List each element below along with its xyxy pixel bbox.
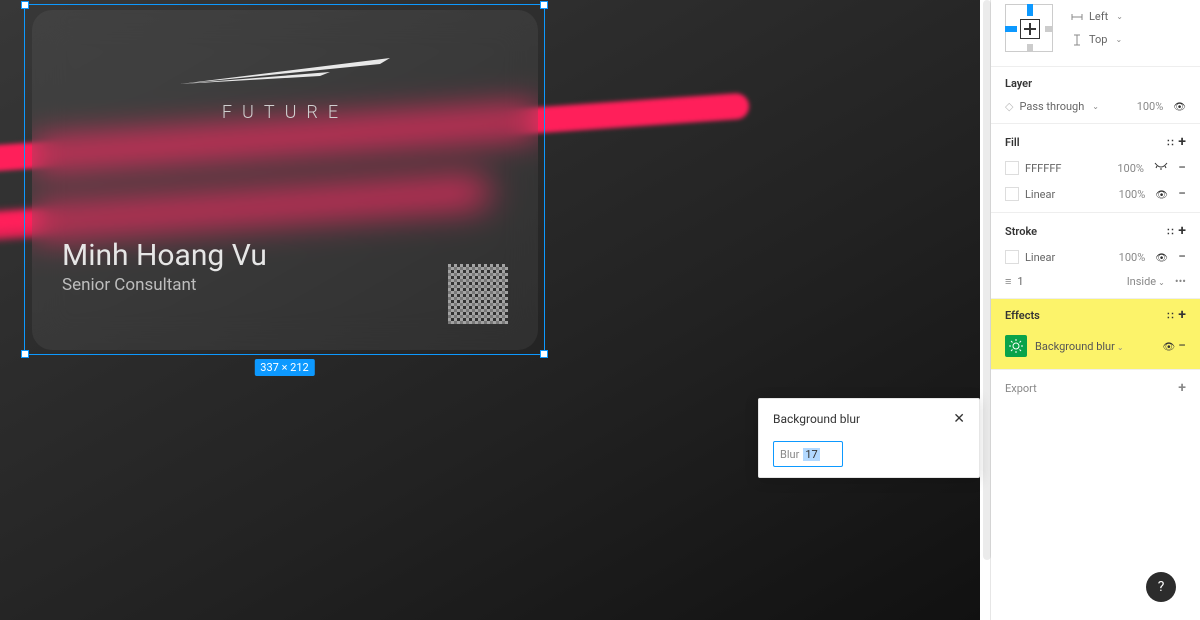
fill-type[interactable]: Linear xyxy=(1025,188,1055,201)
add-stroke-button[interactable]: + xyxy=(1178,223,1186,239)
canvas[interactable]: FUTURE Minh Hoang Vu Senior Consultant 3… xyxy=(0,0,980,620)
stroke-section: Stroke ∷ + Linear 100% − ≡ 1 Inside⌄ ••• xyxy=(991,213,1200,299)
layer-section-title: Layer xyxy=(1005,77,1186,90)
stroke-advanced-button[interactable]: ••• xyxy=(1175,275,1186,288)
visibility-icon[interactable] xyxy=(1155,188,1168,201)
person-name: Minh Hoang Vu xyxy=(62,238,267,273)
layer-section: Layer ◇ Pass through⌄ 100% xyxy=(991,67,1200,124)
fill-hex[interactable]: FFFFFF xyxy=(1025,162,1061,175)
add-effect-button[interactable]: + xyxy=(1178,307,1186,323)
stroke-section-title: Stroke xyxy=(1005,225,1037,238)
constraint-v-select[interactable]: Top⌄ xyxy=(1071,33,1123,46)
visibility-icon[interactable] xyxy=(1155,251,1168,264)
remove-fill-button[interactable]: − xyxy=(1178,186,1186,202)
fill-swatch[interactable] xyxy=(1005,161,1019,175)
remove-effect-button[interactable]: − xyxy=(1178,338,1186,354)
add-export-button[interactable]: + xyxy=(1178,380,1186,396)
logo-mark xyxy=(62,50,508,94)
fill-section-title: Fill xyxy=(1005,136,1020,149)
export-section: Export + xyxy=(991,370,1200,406)
brand-name: FUTURE xyxy=(62,102,508,123)
style-icon[interactable]: ∷ xyxy=(1167,311,1175,322)
fill-swatch[interactable] xyxy=(1005,187,1019,201)
background-blur-popover[interactable]: Background blur ✕ Blur 17 xyxy=(758,398,980,478)
stroke-position-select[interactable]: Inside⌄ xyxy=(1127,275,1165,288)
effect-settings-button[interactable] xyxy=(1005,335,1027,357)
help-button[interactable]: ? xyxy=(1146,572,1176,602)
effects-section: Effects ∷ + Background blur⌄ − xyxy=(991,299,1200,370)
business-card-frame[interactable]: FUTURE Minh Hoang Vu Senior Consultant xyxy=(32,10,538,350)
constraint-h-select[interactable]: Left⌄ xyxy=(1071,10,1123,23)
resize-handle-tl[interactable] xyxy=(21,1,29,9)
effects-section-title: Effects xyxy=(1005,309,1040,322)
fill-opacity[interactable]: 100% xyxy=(1119,188,1146,201)
style-icon[interactable]: ∷ xyxy=(1167,138,1175,149)
visibility-icon[interactable] xyxy=(1173,100,1186,113)
resize-handle-bl[interactable] xyxy=(21,350,29,358)
stroke-type[interactable]: Linear xyxy=(1025,251,1055,264)
visibility-icon[interactable] xyxy=(1163,340,1176,353)
constraints-widget[interactable] xyxy=(1005,4,1053,52)
export-section-title: Export xyxy=(1005,382,1037,395)
remove-fill-button[interactable]: − xyxy=(1178,160,1186,176)
resize-handle-br[interactable] xyxy=(540,350,548,358)
stroke-opacity[interactable]: 100% xyxy=(1119,251,1146,264)
scrollbar[interactable] xyxy=(983,0,991,560)
blur-value[interactable]: 17 xyxy=(803,448,819,461)
constraints-section: Left⌄ Top⌄ xyxy=(991,0,1200,67)
close-icon[interactable]: ✕ xyxy=(953,411,965,427)
effect-type-select[interactable]: Background blur⌄ xyxy=(1035,340,1124,353)
layer-opacity[interactable]: 100% xyxy=(1137,100,1164,113)
resize-handle-tr[interactable] xyxy=(540,1,548,9)
stroke-swatch[interactable] xyxy=(1005,250,1019,264)
selection-dimensions-badge[interactable]: 337 × 212 xyxy=(254,359,314,376)
fill-section: Fill ∷ + FFFFFF 100% − Linear 100% − xyxy=(991,124,1200,213)
blur-input[interactable]: Blur 17 xyxy=(773,441,843,467)
popover-title: Background blur xyxy=(773,412,860,426)
blend-mode-select[interactable]: ◇ Pass through⌄ xyxy=(1005,100,1099,113)
stroke-weight-input[interactable]: ≡ 1 xyxy=(1005,275,1024,288)
qr-code xyxy=(448,264,508,324)
visibility-hidden-icon[interactable] xyxy=(1154,162,1168,175)
person-title: Senior Consultant xyxy=(62,275,197,295)
style-icon[interactable]: ∷ xyxy=(1167,227,1175,238)
inspector-panel: Left⌄ Top⌄ Layer ◇ Pass through⌄ 100% Fi… xyxy=(990,0,1200,620)
add-fill-button[interactable]: + xyxy=(1178,134,1186,150)
remove-stroke-button[interactable]: − xyxy=(1178,249,1186,265)
fill-opacity[interactable]: 100% xyxy=(1117,162,1144,175)
blur-label: Blur xyxy=(780,448,799,461)
